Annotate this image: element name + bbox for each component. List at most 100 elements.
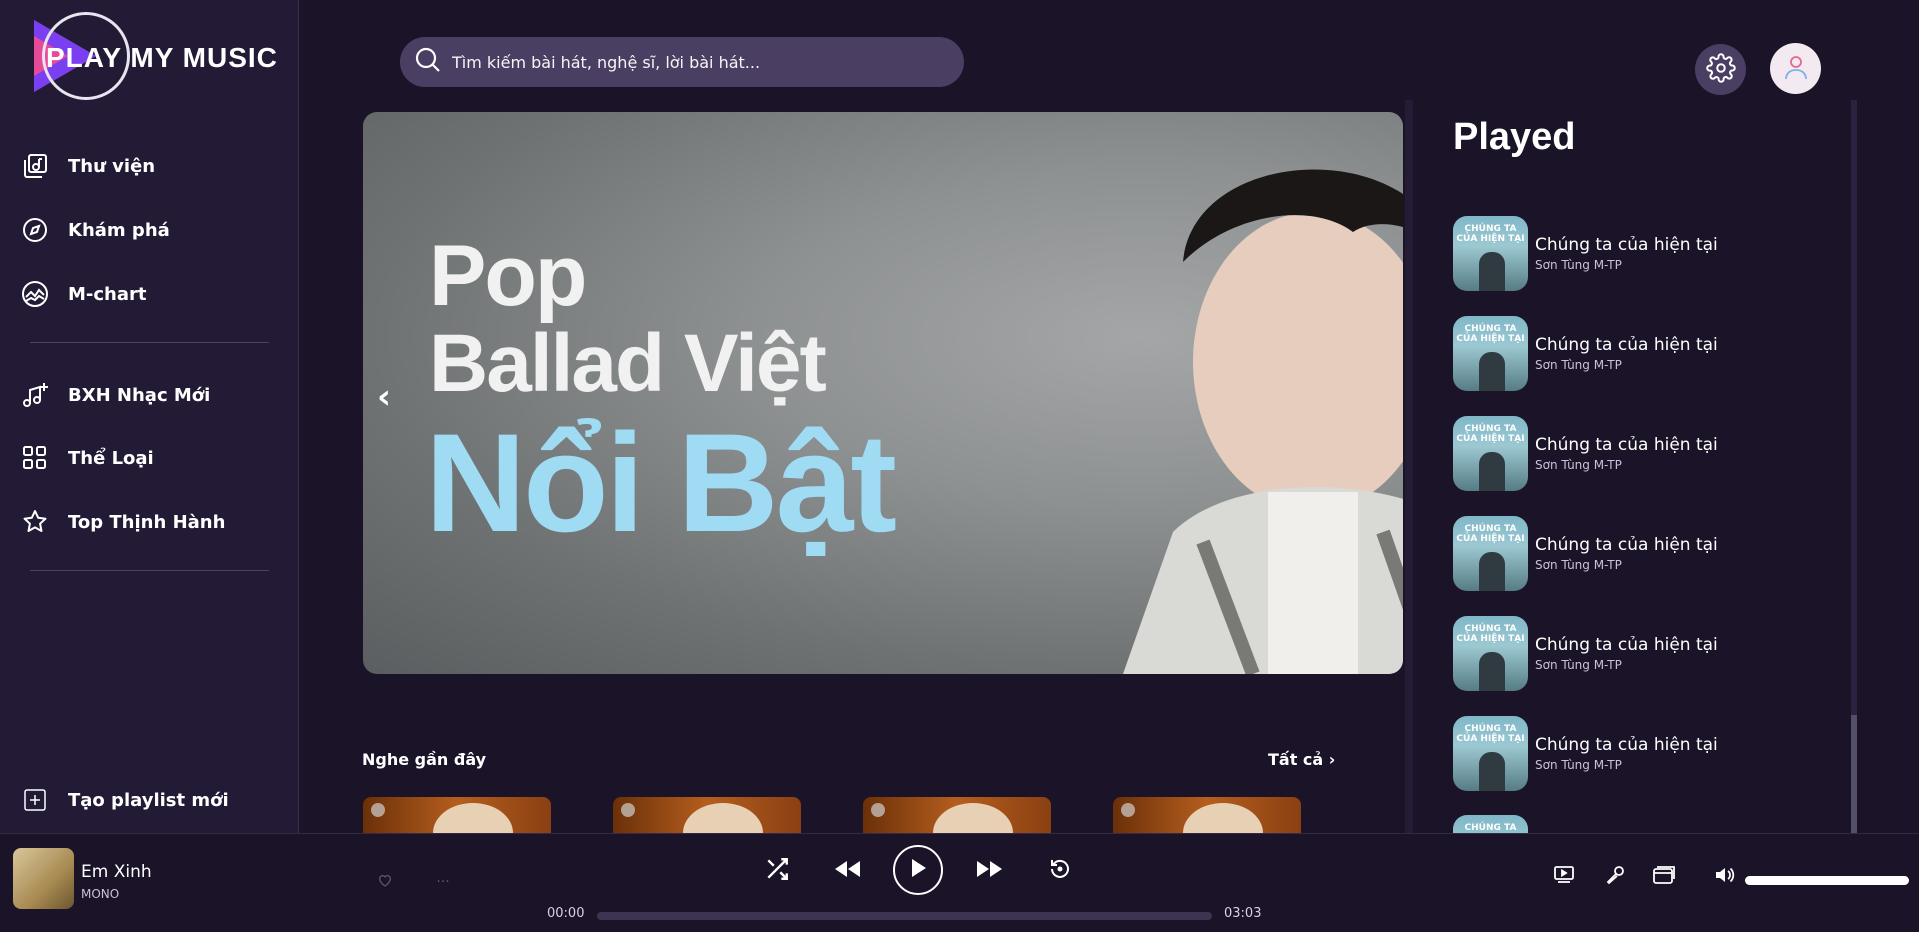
plus-square-icon <box>20 785 50 815</box>
play-button[interactable] <box>893 845 943 895</box>
song-title: Chúng ta của hiện tại <box>1535 734 1718 755</box>
song-title: Chúng ta của hiện tại <box>1535 634 1718 655</box>
disc-icon <box>371 803 385 817</box>
song-artist: Sơn Tùng M-TP <box>1535 757 1622 772</box>
disc-icon <box>621 803 635 817</box>
song-title: Chúng ta của hiện tại <box>1535 434 1718 455</box>
sidebar-item-library[interactable]: Thư viện <box>20 148 155 184</box>
library-icon <box>20 151 50 181</box>
song-title: Chúng ta của hiện tại <box>1535 234 1718 255</box>
music-add-icon <box>20 380 50 410</box>
current-time: 00:00 <box>547 906 585 921</box>
recent-card[interactable] <box>863 797 1051 833</box>
recent-card[interactable] <box>613 797 801 833</box>
rewind-button[interactable] <box>831 856 863 886</box>
volume-icon <box>1715 866 1735 888</box>
played-panel: Played CHÚNG TA CỦA HIỆN TẠI Chúng ta củ… <box>1405 100 1855 833</box>
song-cover: CHÚNG TA CỦA HIỆN TẠI <box>1453 215 1528 291</box>
fast-forward-button[interactable] <box>974 856 1006 886</box>
played-list-item[interactable]: CHÚNG TA <box>1453 815 1833 833</box>
song-artist: Sơn Tùng M-TP <box>1535 457 1622 472</box>
sidebar-item-label: Top Thịnh Hành <box>68 511 226 533</box>
song-cover: CHÚNG TA CỦA HIỆN TẠI <box>1453 415 1528 491</box>
mv-button[interactable] <box>1553 866 1575 888</box>
sidebar-item-label: Thể Loại <box>68 447 154 469</box>
played-list-item[interactable]: CHÚNG TA CỦA HIỆN TẠI Chúng ta của hiện … <box>1453 215 1833 291</box>
like-button[interactable] <box>375 872 395 892</box>
played-panel-scrollbar[interactable] <box>1851 100 1857 833</box>
recent-card[interactable] <box>1113 797 1301 833</box>
volume-fill <box>1745 876 1909 885</box>
star-icon <box>20 507 50 537</box>
chevron-right-icon: › <box>1328 750 1336 769</box>
recent-see-all-link[interactable]: Tất cả › <box>1268 750 1335 769</box>
recent-card-image <box>1183 803 1263 833</box>
sidebar: PLAY MY MUSIC Thư viện Khám phá M-chart <box>0 0 299 833</box>
banner-line-2: Ballad Việt <box>429 318 827 409</box>
sidebar-divider <box>30 342 269 343</box>
song-cover: CHÚNG TA <box>1453 815 1528 833</box>
recent-card-image <box>933 803 1013 833</box>
sidebar-divider <box>30 570 269 571</box>
recent-card-image <box>433 803 513 833</box>
now-playing-artist: MONO <box>81 887 120 901</box>
user-avatar-button[interactable] <box>1770 43 1821 94</box>
sidebar-item-trending[interactable]: Top Thịnh Hành <box>20 504 225 540</box>
shuffle-button[interactable] <box>762 856 792 886</box>
recent-section-title: Nghe gần đây <box>362 750 487 769</box>
played-list-item[interactable]: CHÚNG TA CỦA HIỆN TẠI Chúng ta của hiện … <box>1453 415 1833 491</box>
search-input[interactable] <box>452 52 932 72</box>
song-cover: CHÚNG TA CỦA HIỆN TẠI <box>1453 315 1528 391</box>
sidebar-item-genres[interactable]: Thể Loại <box>20 440 154 476</box>
settings-button[interactable] <box>1695 44 1746 95</box>
video-icon <box>1554 866 1574 888</box>
user-icon <box>1781 52 1811 86</box>
played-title: Played <box>1453 116 1576 158</box>
sidebar-item-new-chart[interactable]: BXH Nhạc Mới <box>20 377 210 413</box>
now-playing-title: Em Xinh <box>81 862 152 882</box>
scrollbar-thumb[interactable] <box>1851 715 1857 833</box>
heart-icon <box>377 872 393 892</box>
lyrics-button[interactable] <box>1604 865 1626 889</box>
logo[interactable]: PLAY MY MUSIC <box>30 12 280 102</box>
more-button[interactable]: ··· <box>433 872 453 892</box>
create-playlist-button[interactable]: Tạo playlist mới <box>20 782 229 818</box>
grid-icon <box>20 443 50 473</box>
featured-banner[interactable]: Pop Ballad Việt Nổi Bật ‹ <box>363 112 1403 674</box>
compass-icon <box>20 215 50 245</box>
shuffle-icon <box>764 856 790 886</box>
create-playlist-label: Tạo playlist mới <box>68 789 229 811</box>
played-list-item[interactable]: CHÚNG TA CỦA HIỆN TẠI Chúng ta của hiện … <box>1453 515 1833 591</box>
volume-slider[interactable] <box>1745 876 1909 885</box>
played-list-item[interactable]: CHÚNG TA CỦA HIỆN TẠI Chúng ta của hiện … <box>1453 315 1833 391</box>
disc-icon <box>871 803 885 817</box>
played-list-item[interactable]: CHÚNG TA CỦA HIỆN TẠI Chúng ta của hiện … <box>1453 715 1833 791</box>
played-list-item[interactable]: CHÚNG TA CỦA HIỆN TẠI Chúng ta của hiện … <box>1453 615 1833 691</box>
disc-icon <box>1121 803 1135 817</box>
mini-player-button[interactable] <box>1653 866 1675 888</box>
recent-card[interactable] <box>363 797 551 833</box>
song-cover: CHÚNG TA CỦA HIỆN TẠI <box>1453 515 1528 591</box>
recent-card-image <box>683 803 763 833</box>
gear-icon <box>1705 52 1736 87</box>
window-icon <box>1653 866 1675 888</box>
search-bar[interactable] <box>400 37 964 87</box>
sidebar-item-explore[interactable]: Khám phá <box>20 212 170 248</box>
chart-icon <box>20 279 50 309</box>
sidebar-item-label: M-chart <box>68 283 147 305</box>
microphone-icon <box>1605 865 1625 889</box>
rewind-icon <box>833 859 861 883</box>
banner-line-1: Pop <box>429 228 587 324</box>
song-cover: CHÚNG TA CỦA HIỆN TẠI <box>1453 615 1528 691</box>
volume-button[interactable] <box>1714 867 1736 887</box>
song-artist: Sơn Tùng M-TP <box>1535 657 1622 672</box>
play-icon <box>909 858 927 882</box>
fast-forward-icon <box>976 859 1004 883</box>
repeat-button[interactable] <box>1045 856 1075 886</box>
app-root: PLAY MY MUSIC Thư viện Khám phá M-chart <box>0 0 1919 932</box>
banner-prev-button[interactable]: ‹ <box>377 377 391 417</box>
sidebar-item-mchart[interactable]: M-chart <box>20 276 147 312</box>
song-title: Chúng ta của hiện tại <box>1535 534 1718 555</box>
progress-bar[interactable] <box>597 912 1212 920</box>
logo-text: PLAY MY MUSIC <box>46 42 278 73</box>
